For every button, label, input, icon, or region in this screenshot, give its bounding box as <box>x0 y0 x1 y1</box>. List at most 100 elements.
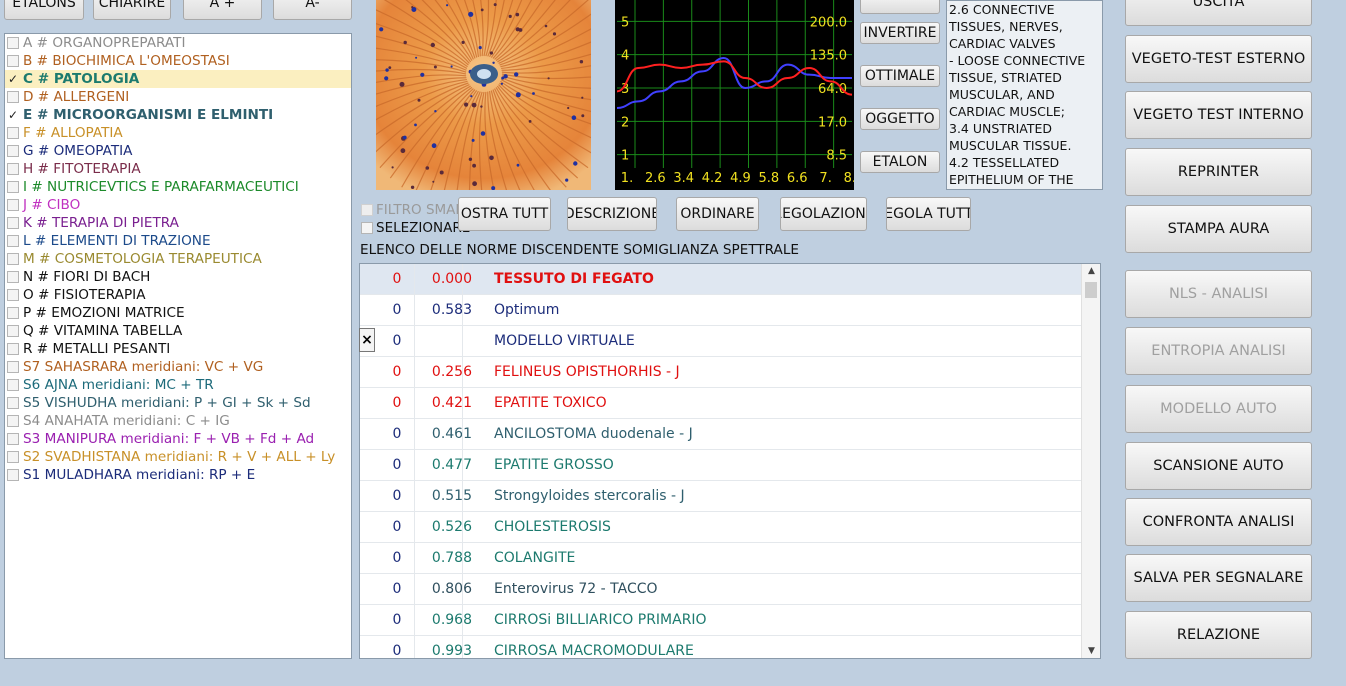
checkmark-icon[interactable]: ✓ <box>7 109 19 121</box>
checkbox-box[interactable] <box>7 433 19 445</box>
checkbox-box[interactable] <box>7 253 19 265</box>
category-item[interactable]: S1 MULADHARA meridiani: RP + E <box>5 466 351 484</box>
table-row[interactable]: 0 0.515 Strongyloides stercoralis - J <box>360 481 1082 512</box>
checkbox-box[interactable] <box>7 91 19 103</box>
uscita-button[interactable]: USCITA <box>1125 0 1312 26</box>
modello-auto-button[interactable]: MODELLO AUTO <box>1125 385 1312 433</box>
category-item[interactable]: S7 SAHASRARA meridiani: VC + VG <box>5 358 351 376</box>
hidden-top-button[interactable] <box>860 0 940 14</box>
category-item[interactable]: M # COSMETOLOGIA TERAPEUTICA <box>5 250 351 268</box>
table-row[interactable]: 0 0.788 COLANGITE <box>360 543 1082 574</box>
checkbox-box[interactable] <box>7 451 19 463</box>
checkbox-box[interactable] <box>7 199 19 211</box>
row-remove-button[interactable]: × <box>359 328 375 352</box>
category-item[interactable]: H # FITOTERAPIA <box>5 160 351 178</box>
description-text[interactable]: 2.6 CONNECTIVE TISSUES, NERVES, CARDIAC VA… <box>946 0 1103 190</box>
checkbox-box[interactable] <box>7 415 19 427</box>
category-item[interactable]: ✓ E # MICROORGANISMI E ELMINTI <box>5 106 351 124</box>
checkbox-box[interactable] <box>7 307 19 319</box>
table-row[interactable]: 0 0.968 CIRROSi BILLIARICO PRIMARIO <box>360 605 1082 636</box>
table-row[interactable]: 0 0.421 EPATITE TOXICO <box>360 388 1082 419</box>
category-item[interactable]: I # NUTRICEVTICS E PARAFARMACEUTICI <box>5 178 351 196</box>
relazione-button[interactable]: RELAZIONE <box>1125 611 1312 659</box>
checkbox-box[interactable] <box>7 469 19 481</box>
checkbox-box[interactable] <box>7 379 19 391</box>
table-row[interactable]: 0 0.806 Enterovirus 72 - TACCO <box>360 574 1082 605</box>
table-row[interactable]: 0 0.993 CIRROSA MACROMODULARE <box>360 636 1082 658</box>
cell-nucleus <box>514 72 519 77</box>
category-item[interactable]: O # FISIOTERAPIA <box>5 286 351 304</box>
category-item[interactable]: ✓ C # PATOLOGIA <box>5 70 351 88</box>
regolazione-button[interactable]: REGOLAZIONE <box>780 197 867 231</box>
category-item[interactable]: S2 SVADHISTANA meridiani: R + V + ALL + … <box>5 448 351 466</box>
category-item[interactable]: G # OMEOPATIA <box>5 142 351 160</box>
reprinter-button[interactable]: REPRINTER <box>1125 148 1312 196</box>
checkbox-box[interactable] <box>7 127 19 139</box>
font-decrease-button[interactable]: A- <box>273 0 352 20</box>
scroll-thumb[interactable] <box>1085 282 1097 298</box>
chiarire-button[interactable]: CHIARIRE <box>93 0 171 20</box>
scroll-up-icon[interactable]: ▲ <box>1082 266 1100 276</box>
vegeto-test-interno-button[interactable]: VEGETO TEST INTERNO <box>1125 91 1312 139</box>
category-item[interactable]: B # BIOCHIMICA L'OMEOSTASI <box>5 52 351 70</box>
etalon-button[interactable]: ETALON <box>860 151 940 173</box>
cell-nucleus <box>470 95 473 98</box>
table-row[interactable]: 0 MODELLO VIRTUALE <box>360 326 1082 357</box>
salva-per-segnalare-button[interactable]: SALVA PER SEGNALARE <box>1125 554 1312 602</box>
ottimale-button[interactable]: OTTIMALE <box>860 65 940 87</box>
category-item[interactable]: S6 AJNA meridiani: MC + TR <box>5 376 351 394</box>
font-increase-button[interactable]: A + <box>183 0 262 20</box>
table-row[interactable]: 0 0.256 FELINEUS OPISTHORHIS - J <box>360 357 1082 388</box>
checkbox-box[interactable] <box>7 163 19 175</box>
category-item[interactable]: K # TERAPIA DI PIETRA <box>5 214 351 232</box>
checkbox-box[interactable] <box>7 289 19 301</box>
category-item[interactable]: D # ALLERGENI <box>5 88 351 106</box>
category-item[interactable]: L # ELEMENTI DI TRAZIONE <box>5 232 351 250</box>
table-row[interactable]: 0 0.526 CHOLESTEROSIS <box>360 512 1082 543</box>
table-row[interactable]: 0 0.477 EPATITE GROSSO <box>360 450 1082 481</box>
category-item[interactable]: R # METALLI PESANTI <box>5 340 351 358</box>
category-item[interactable]: J # CIBO <box>5 196 351 214</box>
category-item[interactable]: A # ORGANOPREPARATI <box>5 34 351 52</box>
vegeto-test-esterno-button[interactable]: VEGETO-TEST ESTERNO <box>1125 35 1312 83</box>
descrizione-button[interactable]: DESCRIZIONE <box>567 197 657 231</box>
entropia-analisi-button[interactable]: ENTROPIA ANALISI <box>1125 327 1312 375</box>
nls-analisi-button[interactable]: NLS - ANALISI <box>1125 270 1312 318</box>
confronta-analisi-button[interactable]: CONFRONTA ANALISI <box>1125 498 1312 546</box>
category-item[interactable]: N # FIORI DI BACH <box>5 268 351 286</box>
mostra-tutti-button[interactable]: OSTRA TUTT <box>458 197 551 231</box>
vertical-scrollbar[interactable]: ▲ ▼ <box>1081 264 1100 658</box>
table-row[interactable]: 0 0.461 ANCILOSTOMA duodenale - J <box>360 419 1082 450</box>
etalons-button[interactable]: ETALONS <box>4 0 84 20</box>
scroll-down-icon[interactable]: ▼ <box>1082 646 1100 656</box>
checkmark-icon[interactable]: ✓ <box>7 73 19 85</box>
ordinare-button[interactable]: ORDINARE <box>676 197 759 231</box>
category-item[interactable]: S3 MANIPURA meridiani: F + VB + Fd + Ad <box>5 430 351 448</box>
checkbox-box[interactable] <box>7 55 19 67</box>
checkbox-box[interactable] <box>7 145 19 157</box>
category-item[interactable]: S4 ANAHATA meridiani: C + IG <box>5 412 351 430</box>
oggetto-button[interactable]: OGGETTO <box>860 108 940 130</box>
regola-tutti-button[interactable]: EGOLA TUTT <box>886 197 971 231</box>
table-row[interactable]: 0 0.583 Optimum <box>360 295 1082 326</box>
invertire-button[interactable]: INVERTIRE <box>860 22 940 44</box>
checkbox-box[interactable] <box>7 37 19 49</box>
checkbox-box[interactable] <box>7 325 19 337</box>
checkbox-box[interactable] <box>7 397 19 409</box>
table-row[interactable]: 0 0.000 TESSUTO DI FEGATO <box>360 264 1082 295</box>
checkbox-box[interactable] <box>7 343 19 355</box>
category-item[interactable]: S5 VISHUDHA meridiani: P + GI + Sk + Sd <box>5 394 351 412</box>
checkbox-box[interactable] <box>7 271 19 283</box>
checkbox-box[interactable] <box>7 235 19 247</box>
filtro-smart-checkbox[interactable]: FILTRO SMART <box>361 202 472 218</box>
checkbox-box[interactable] <box>7 361 19 373</box>
checkbox-box[interactable] <box>7 217 19 229</box>
selezionare-checkbox[interactable]: SELEZIONARE <box>361 220 470 236</box>
checkbox-box[interactable] <box>7 181 19 193</box>
y2-tick-label: 8.5 <box>826 149 847 164</box>
category-item[interactable]: F # ALLOPATIA <box>5 124 351 142</box>
scansione-auto-button[interactable]: SCANSIONE AUTO <box>1125 442 1312 490</box>
category-item[interactable]: P # EMOZIONI MATRICE <box>5 304 351 322</box>
category-item[interactable]: Q # VITAMINA TABELLA <box>5 322 351 340</box>
stampa-aura-button[interactable]: STAMPA AURA <box>1125 205 1312 253</box>
